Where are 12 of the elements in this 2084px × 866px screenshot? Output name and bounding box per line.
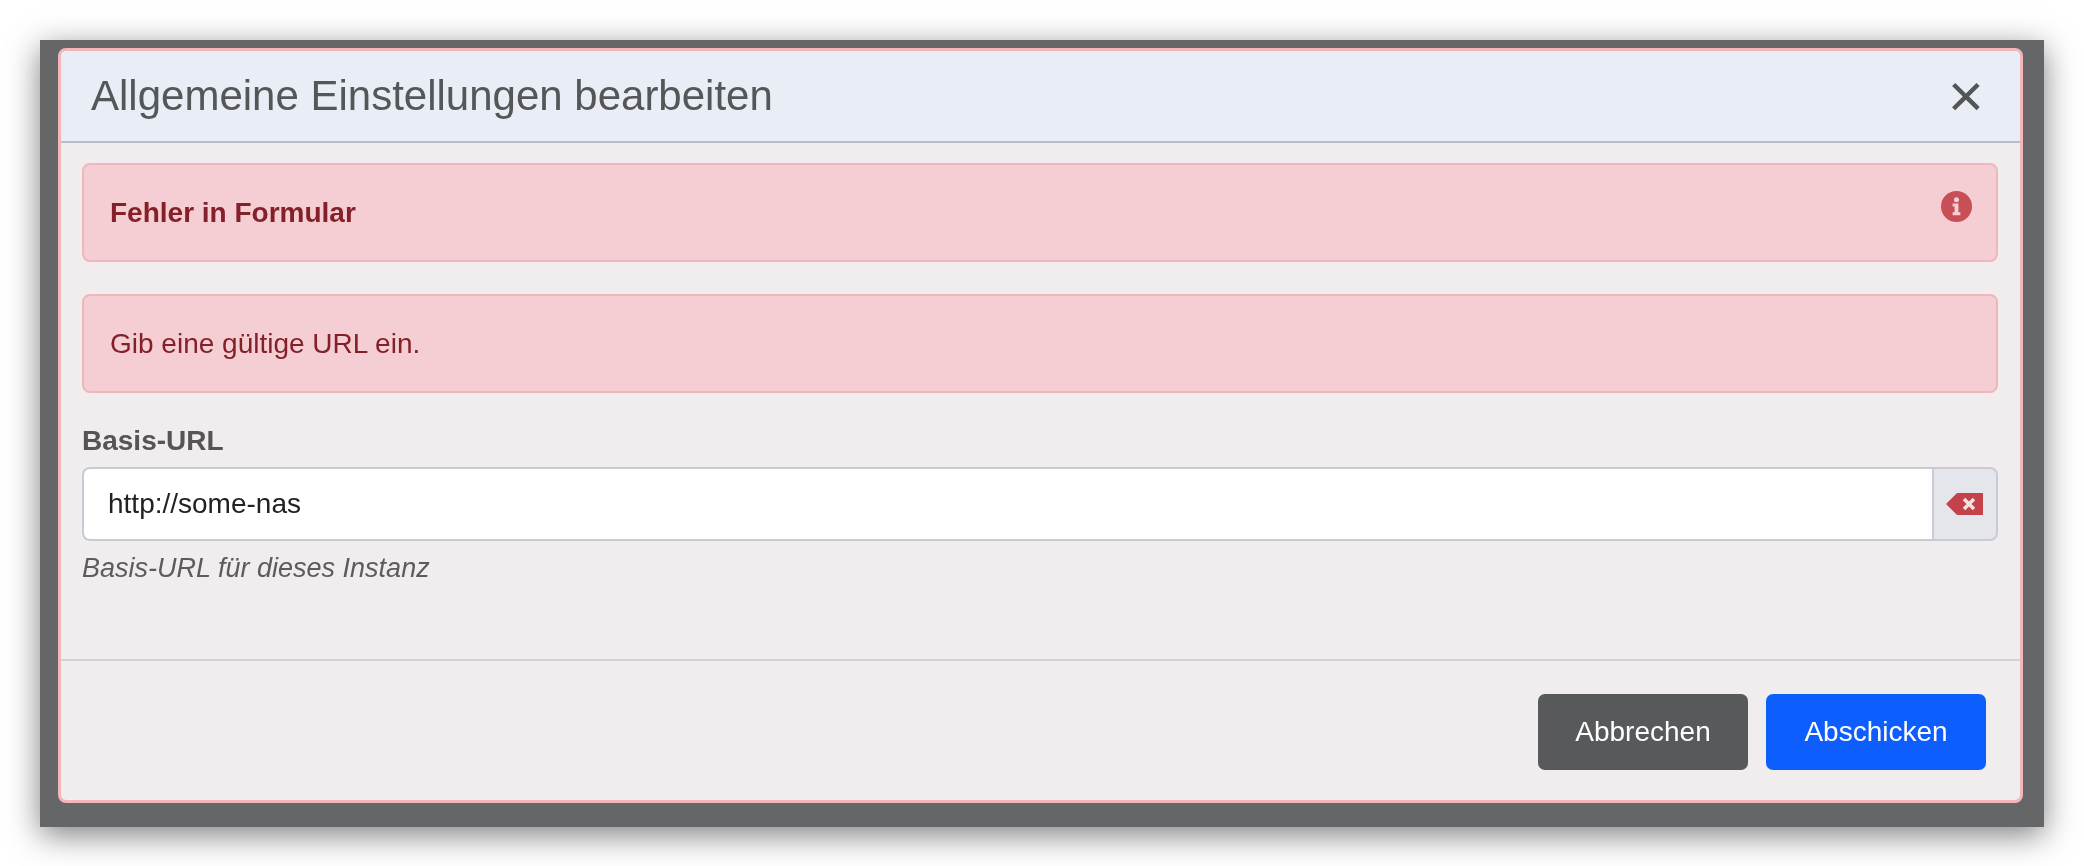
submit-button[interactable]: Abschicken <box>1766 694 1986 770</box>
clear-button[interactable] <box>1932 467 1998 541</box>
backspace-icon <box>1945 492 1985 516</box>
field-label: Basis-URL <box>82 425 225 457</box>
dialog-title: Allgemeine Einstellungen bearbeiten <box>91 72 773 120</box>
url-input-field[interactable]: http://some-nas <box>82 467 1932 541</box>
help-text: Basis-URL für dieses Instanz <box>82 553 431 584</box>
close-button[interactable]: × <box>1943 65 1988 127</box>
alert-text: Fehler in Formular <box>110 196 356 229</box>
alert-text: Gib eine gültige URL ein. <box>110 327 421 360</box>
info-icon <box>1941 191 1972 222</box>
cancel-button[interactable]: Abbrechen <box>1538 694 1748 770</box>
